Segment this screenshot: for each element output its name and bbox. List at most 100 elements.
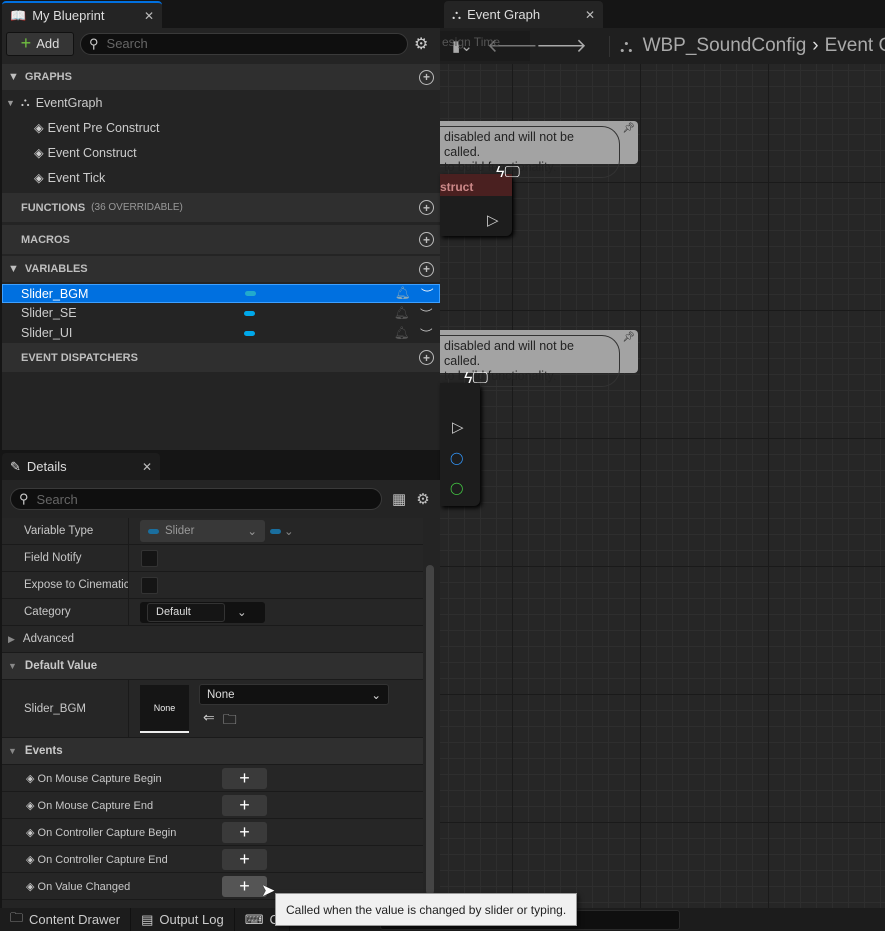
eye-closed-icon[interactable]: ︶ xyxy=(420,304,433,323)
advanced-row[interactable]: ▶ Advanced xyxy=(2,626,423,653)
category-combo[interactable]: Default ⌄ xyxy=(140,601,265,623)
use-selected-icon[interactable]: ⇐ xyxy=(203,709,215,733)
add-dispatcher-icon[interactable]: + xyxy=(419,350,434,365)
pin-icon[interactable]: 📌︎ xyxy=(622,332,635,343)
close-icon[interactable]: ✕ xyxy=(144,9,154,23)
variable-type-pill xyxy=(245,291,256,296)
variable-item[interactable]: Slider_SE 🔔︎ ︶ xyxy=(2,303,440,323)
event-diamond-icon: ◈ xyxy=(34,146,44,160)
tab-label: Event Graph xyxy=(467,7,541,22)
variable-type-dropdown[interactable]: Slider ⌄ xyxy=(140,520,265,542)
comment-bubble[interactable]: disabled and will not be called. to build… xyxy=(440,330,638,387)
add-graph-icon[interactable]: + xyxy=(419,69,434,85)
section-label: GRAPHS xyxy=(24,71,72,83)
event-node[interactable]: ▷ ◯ ◯ xyxy=(440,383,480,506)
details-search-input[interactable]: ⚲ Search xyxy=(10,488,382,510)
section-graphs[interactable]: ▼ GRAPHS + xyxy=(2,64,440,90)
bool-pin-icon[interactable]: ◯ xyxy=(450,481,463,495)
tab-my-blueprint[interactable]: 📖 My Blueprint ✕ xyxy=(2,1,162,28)
expose-checkbox[interactable] xyxy=(141,576,158,594)
add-event-button[interactable]: + xyxy=(222,821,267,843)
field-notify-checkbox[interactable] xyxy=(141,549,158,567)
content-drawer-button[interactable]: 🗀 Content Drawer xyxy=(0,908,132,931)
design-time-toggle[interactable]: esign Time ▮⌄ 🡐 xyxy=(440,31,538,61)
gear-icon[interactable]: ⚙ xyxy=(416,490,429,508)
asset-thumbnail[interactable]: None xyxy=(140,684,189,733)
container-type-pill[interactable] xyxy=(270,528,281,534)
forward-arrow-icon[interactable]: 🡒 xyxy=(536,34,587,58)
browse-folder-icon[interactable]: 🗀 xyxy=(223,709,237,733)
add-event-button[interactable]: + xyxy=(222,794,267,816)
search-input[interactable]: ⚲ Search xyxy=(80,32,408,55)
section-variables[interactable]: ▼ VARIABLES + xyxy=(2,256,440,282)
events-header[interactable]: ▼ Events xyxy=(2,738,423,765)
event-name: On Mouse Capture End xyxy=(37,799,154,812)
add-variable-icon[interactable]: + xyxy=(419,261,434,277)
asset-value: None xyxy=(207,688,235,701)
tree-item-event[interactable]: ◈ Event Construct xyxy=(2,140,440,165)
caret-down-icon: ▼ xyxy=(8,746,17,756)
event-label: ◈ On Mouse Capture Begin xyxy=(26,772,162,785)
section-event-dispatchers[interactable]: EVENT DISPATCHERS + xyxy=(2,343,440,372)
terminal-icon: ⌨ xyxy=(244,911,264,927)
comment-bubble[interactable]: disabled and will not be called. to build… xyxy=(440,121,638,178)
default-value-header[interactable]: ▼ Default Value xyxy=(2,653,423,680)
log-icon: ▤ xyxy=(141,911,154,927)
event-row: ◈ On Controller Capture Begin + xyxy=(2,819,423,846)
section-functions[interactable]: FUNCTIONS (36 OVERRIDABLE) + xyxy=(2,193,440,222)
scrollbar[interactable] xyxy=(426,565,434,895)
tree-item-eventgraph[interactable]: ▼ ⛬ EventGraph xyxy=(2,90,440,115)
add-function-icon[interactable]: + xyxy=(419,200,434,215)
variable-name: Slider_UI xyxy=(21,326,73,340)
section-label: MACROS xyxy=(21,233,70,246)
variable-item[interactable]: Slider_BGM 🔔︎ ︶ xyxy=(2,284,440,303)
eye-closed-icon[interactable]: ︶ xyxy=(420,324,433,343)
chevron-down-icon: ⌄ xyxy=(247,526,257,538)
exec-pin-icon[interactable]: ▷ xyxy=(452,418,464,436)
tab-details[interactable]: ✎ Details ✕ xyxy=(2,453,160,480)
gear-icon[interactable]: ⚙ xyxy=(414,34,428,54)
tree-label: EventGraph xyxy=(35,95,103,110)
graph-canvas[interactable]: esign Time ▮⌄ 🡐 🡒 ⛬ WBP_SoundConfig › Even… xyxy=(440,28,885,908)
exec-pin-icon[interactable]: ▷ xyxy=(487,211,499,229)
property-label: Expose to Cinematic xyxy=(2,572,129,598)
chevron-down-icon[interactable]: ⌄ xyxy=(237,605,247,619)
table-view-icon[interactable]: ▦ xyxy=(392,490,406,508)
asset-picker[interactable]: None ⌄ xyxy=(199,684,389,705)
breadcrumb-graph[interactable]: Event Gra xyxy=(825,35,885,57)
output-log-button[interactable]: ▤ Output Log xyxy=(131,908,235,931)
client-monitor-icon: ϟ🖵 xyxy=(496,164,520,181)
section-macros[interactable]: MACROS + xyxy=(2,225,440,254)
tree-item-event[interactable]: ◈ Event Tick xyxy=(2,165,440,190)
variable-type-row: Variable Type Slider ⌄ ⌄ xyxy=(2,518,423,545)
plus-icon: + xyxy=(20,33,32,53)
close-icon[interactable]: ✕ xyxy=(585,8,595,22)
add-button[interactable]: + Add xyxy=(6,31,74,56)
close-icon[interactable]: ✕ xyxy=(142,460,152,474)
category-row: Category Default ⌄ xyxy=(2,599,423,626)
button-label: Output Log xyxy=(159,912,224,927)
pencil-icon: ✎ xyxy=(10,458,21,474)
event-name: On Controller Capture Begin xyxy=(37,826,177,839)
category-value[interactable]: Default xyxy=(147,602,225,622)
tree-item-event[interactable]: ◈ Event Pre Construct xyxy=(2,115,440,140)
type-value: Slider xyxy=(165,525,195,537)
bell-icon[interactable]: 🔔︎ xyxy=(394,326,410,341)
add-event-button[interactable]: + xyxy=(222,848,267,870)
add-event-button[interactable]: + xyxy=(222,767,267,789)
bell-icon[interactable]: 🔔︎ xyxy=(395,286,411,301)
bell-icon[interactable]: 🔔︎ xyxy=(394,306,410,321)
breadcrumb-blueprint[interactable]: WBP_SoundConfig xyxy=(643,35,807,57)
chevron-down-icon[interactable]: ⌄ xyxy=(284,524,294,538)
variable-item[interactable]: Slider_UI 🔔︎ ︶ xyxy=(2,323,440,343)
add-macro-icon[interactable]: + xyxy=(419,232,434,247)
search-icon: ⚲ xyxy=(89,35,99,51)
pin-icon[interactable]: 📌︎ xyxy=(622,123,635,134)
section-label: Advanced xyxy=(22,633,75,645)
eye-closed-icon[interactable]: ︶ xyxy=(421,284,434,303)
caret-down-icon: ▼ xyxy=(8,661,17,671)
property-label: Category xyxy=(2,599,129,625)
graph-icon: ⛬ xyxy=(608,35,633,57)
tab-event-graph[interactable]: ⛬ Event Graph ✕ xyxy=(444,1,603,28)
object-pin-icon[interactable]: ◯ xyxy=(450,451,463,465)
